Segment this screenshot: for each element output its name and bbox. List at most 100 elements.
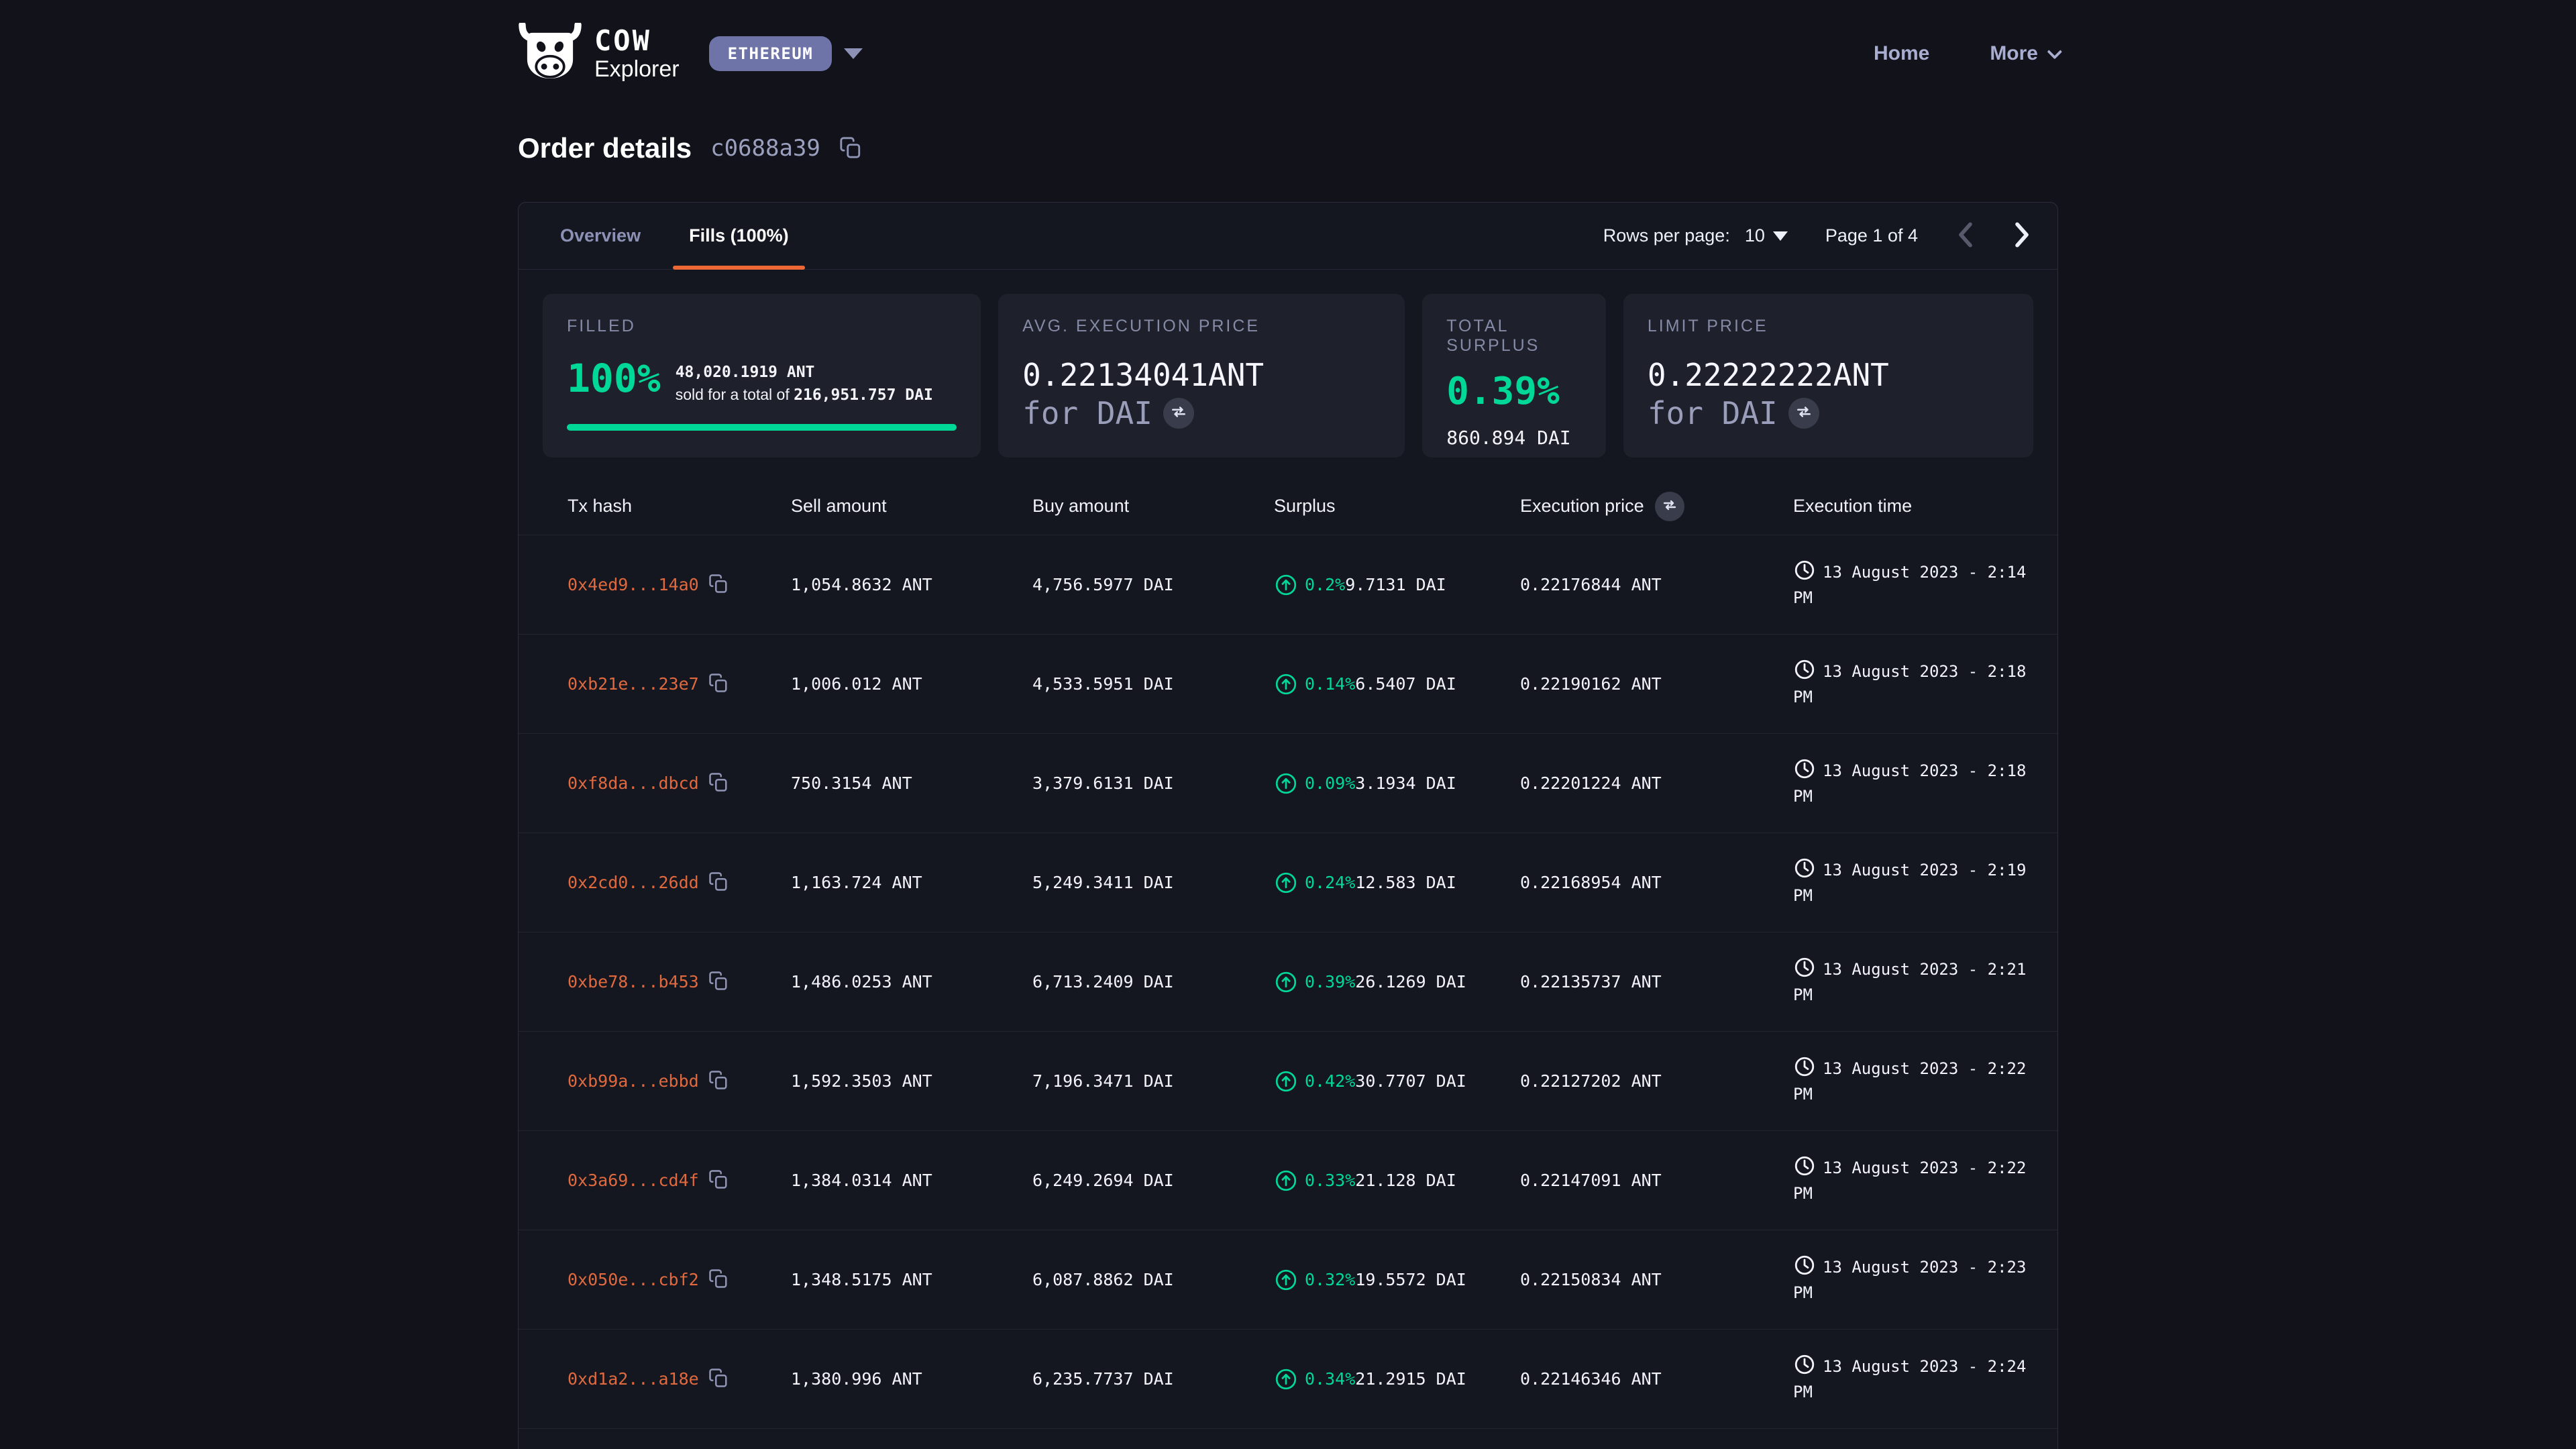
clock-icon [1793,1159,1823,1177]
clock-icon [1793,1357,1823,1376]
table-row: 0xbe78...b453 1,486.0253 ANT 6,713.2409 … [519,932,2057,1032]
execution-price-cell: 0.22201224 ANT [1520,773,1793,793]
execution-price-cell: 0.22146346 ANT [1520,1369,1793,1389]
copy-tx-hash-button[interactable] [708,1269,729,1291]
invert-limit-price-button[interactable] [1788,398,1819,429]
surplus-up-icon [1274,1169,1298,1193]
tx-hash-link[interactable]: 0x050e...cbf2 [568,1270,699,1289]
brand-name: COW [594,27,680,55]
copy-icon [708,1169,729,1191]
surplus-cell: 0.34%21.2915 DAI [1274,1367,1520,1391]
cow-explorer-logo[interactable]: COW Explorer [518,23,680,84]
column-header-execution-time: Execution time [1793,496,2035,517]
column-header-buy-amount: Buy amount [1032,496,1274,517]
tab-fills[interactable]: Fills (100%) [673,203,805,269]
page-indicator: Page 1 of 4 [1825,225,1918,246]
fills-table: Tx hash Sell amount Buy amount Surplus E… [519,478,2057,1449]
sell-amount-cell: 1,348.5175 ANT [791,1270,1032,1289]
execution-price-cell: 0.22127202 ANT [1520,1071,1793,1091]
copy-tx-hash-button[interactable] [708,1070,729,1092]
copy-icon [708,1368,729,1390]
buy-amount-cell: 6,249.2694 DAI [1032,1171,1274,1190]
surplus-percent: 0.34% [1305,1369,1355,1389]
tab-overview[interactable]: Overview [544,203,657,269]
surplus-cell: 0.33%21.128 DAI [1274,1169,1520,1193]
filled-sold-total: sold for a total of 216,951.757 DAI [676,384,933,407]
limit-price-label: LIMIT PRICE [1648,317,2009,336]
surplus-up-icon [1274,1069,1298,1093]
execution-time-cell: 13 August 2023 - 2:19 PM [1793,857,2035,909]
surplus-up-icon [1274,970,1298,994]
tx-hash-link[interactable]: 0x4ed9...14a0 [568,575,699,594]
total-surplus-card: TOTAL SURPLUS 0.39% 860.894 DAI [1422,294,1606,458]
chevron-right-icon [2012,221,2032,251]
clock-icon [1793,960,1823,979]
surplus-cell: 0.24%12.583 DAI [1274,871,1520,895]
execution-time-cell: 13 August 2023 - 2:23 PM [1793,1254,2035,1306]
copy-icon [708,772,729,794]
surplus-percent: 0.2% [1305,575,1345,594]
filled-label: FILLED [567,317,957,336]
surplus-amount: 12.583 DAI [1355,873,1456,892]
total-surplus-percent: 0.39% [1446,373,1582,411]
copy-tx-hash-button[interactable] [708,871,729,894]
copy-tx-hash-button[interactable] [708,1368,729,1390]
surplus-cell: 0.14%6.5407 DAI [1274,672,1520,696]
sell-amount-cell: 1,592.3503 ANT [791,1071,1032,1091]
surplus-amount: 6.5407 DAI [1355,674,1456,694]
limit-price-card: LIMIT PRICE 0.22222222ANT for DAI [1623,294,2033,458]
cow-head-icon [518,23,582,84]
invert-execution-price-button[interactable] [1655,492,1684,521]
brand-subtitle: Explorer [594,58,680,80]
previous-page-button[interactable] [1955,221,1976,251]
surplus-up-icon [1274,573,1298,597]
execution-time-cell: 13 August 2023 - 2:14 PM [1793,559,2035,611]
tx-hash-link[interactable]: 0x2cd0...26dd [568,873,699,892]
copy-tx-hash-button[interactable] [708,673,729,695]
copy-tx-hash-button[interactable] [708,574,729,596]
order-id: c0688a39 [710,135,820,162]
copy-order-id-button[interactable] [839,136,862,161]
tx-hash-link[interactable]: 0x3a69...cd4f [568,1171,699,1190]
copy-icon [708,1070,729,1092]
tx-hash-link[interactable]: 0xd1a2...a18e [568,1369,699,1389]
filled-percent: 100% [567,359,661,398]
copy-icon [708,673,729,695]
rows-per-page-select[interactable]: 10 [1745,225,1788,246]
copy-tx-hash-button[interactable] [708,1169,729,1191]
clock-icon [1793,761,1823,780]
clock-icon [1793,861,1823,879]
network-caret-down-icon[interactable] [844,48,863,59]
surplus-percent: 0.32% [1305,1270,1355,1289]
copy-icon [839,136,862,161]
copy-tx-hash-button[interactable] [708,971,729,993]
surplus-amount: 26.1269 DAI [1355,972,1466,991]
nav-home-link[interactable]: Home [1874,42,1929,65]
copy-icon [708,574,729,596]
copy-tx-hash-button[interactable] [708,772,729,794]
clock-icon [1793,662,1823,681]
avg-price-label: AVG. EXECUTION PRICE [1022,317,1381,336]
surplus-amount: 21.128 DAI [1355,1171,1456,1190]
tx-hash-link[interactable]: 0xb21e...23e7 [568,674,699,694]
tx-hash-link[interactable]: 0xbe78...b453 [568,972,699,991]
surplus-percent: 0.14% [1305,674,1355,694]
page-title: Order details [518,132,692,164]
invert-avg-price-button[interactable] [1163,398,1194,429]
surplus-amount: 30.7707 DAI [1355,1071,1466,1091]
total-surplus-amount: 860.894 DAI [1446,427,1582,449]
buy-amount-cell: 6,235.7737 DAI [1032,1369,1274,1389]
network-selector-badge[interactable]: ETHEREUM [709,36,833,71]
tx-hash-link[interactable]: 0xb99a...ebbd [568,1071,699,1091]
surplus-percent: 0.33% [1305,1171,1355,1190]
nav-more-menu[interactable]: More [1990,42,2058,65]
total-surplus-label: TOTAL SURPLUS [1446,317,1582,356]
tx-hash-link[interactable]: 0xf8da...dbcd [568,773,699,793]
limit-price-value: 0.22222222ANT [1648,356,2009,395]
sell-amount-cell: 1,384.0314 ANT [791,1171,1032,1190]
avg-price-value: 0.22134041ANT [1022,356,1381,395]
table-row: 0x4ed9...14a0 1,054.8632 ANT 4,756.5977 … [519,535,2057,635]
next-page-button[interactable] [2012,221,2032,251]
table-row: 0x050e...cbf2 1,348.5175 ANT 6,087.8862 … [519,1230,2057,1330]
surplus-up-icon [1274,871,1298,895]
